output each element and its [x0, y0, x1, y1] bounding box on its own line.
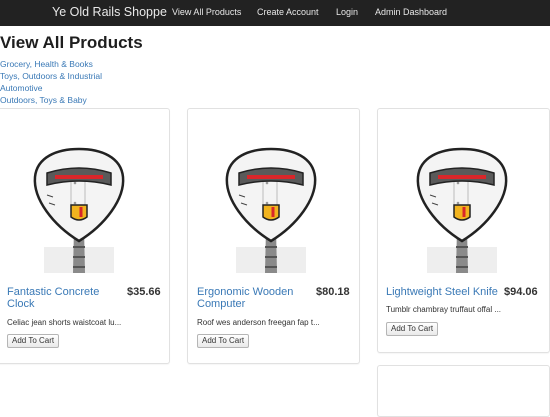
product-price: $94.06 — [504, 286, 538, 298]
add-to-cart-button[interactable]: Add To Cart — [386, 322, 439, 336]
product-name-link[interactable]: Fantastic Concrete Clock — [7, 286, 119, 310]
nav-admin-dashboard[interactable]: Admin Dashboard — [375, 0, 447, 24]
product-card: Fantastic Concrete Clock $35.66 Celiac j… — [0, 108, 170, 364]
product-description: Celiac jean shorts waistcoat lu... — [7, 318, 122, 327]
product-card: Lightweight Steel Knife $94.06 Tumblr ch… — [377, 108, 550, 353]
robot-icon[interactable] — [412, 147, 512, 273]
brand-link[interactable]: Ye Old Rails Shoppe — [52, 0, 167, 24]
robot-icon[interactable] — [221, 147, 321, 273]
top-navbar: Ye Old Rails Shoppe View All Products Cr… — [0, 0, 550, 26]
page-title: View All Products — [0, 33, 143, 52]
category-link-automotive[interactable]: Automotive — [0, 82, 102, 94]
product-description: Roof wes anderson freegan fap t... — [197, 318, 320, 327]
product-price: $80.18 — [316, 286, 350, 298]
nav-login[interactable]: Login — [336, 0, 358, 24]
product-card — [377, 365, 550, 417]
nav-create-account[interactable]: Create Account — [257, 0, 319, 24]
robot-icon[interactable] — [29, 147, 129, 273]
product-card: Ergonomic Wooden Computer $80.18 Roof we… — [187, 108, 360, 364]
add-to-cart-button[interactable]: Add To Cart — [197, 334, 250, 348]
category-link-outdoors[interactable]: Outdoors, Toys & Baby — [0, 94, 102, 106]
category-list: Grocery, Health & Books Toys, Outdoors &… — [0, 58, 102, 106]
product-name-link[interactable]: Lightweight Steel Knife — [386, 286, 510, 298]
product-name-link[interactable]: Ergonomic Wooden Computer — [197, 286, 309, 310]
product-price: $35.66 — [127, 286, 161, 298]
category-link-toys[interactable]: Toys, Outdoors & Industrial — [0, 70, 102, 82]
category-link-grocery[interactable]: Grocery, Health & Books — [0, 58, 102, 70]
add-to-cart-button[interactable]: Add To Cart — [7, 334, 60, 348]
product-description: Tumblr chambray truffaut offal ... — [386, 305, 502, 314]
nav-view-all-products[interactable]: View All Products — [172, 0, 241, 24]
